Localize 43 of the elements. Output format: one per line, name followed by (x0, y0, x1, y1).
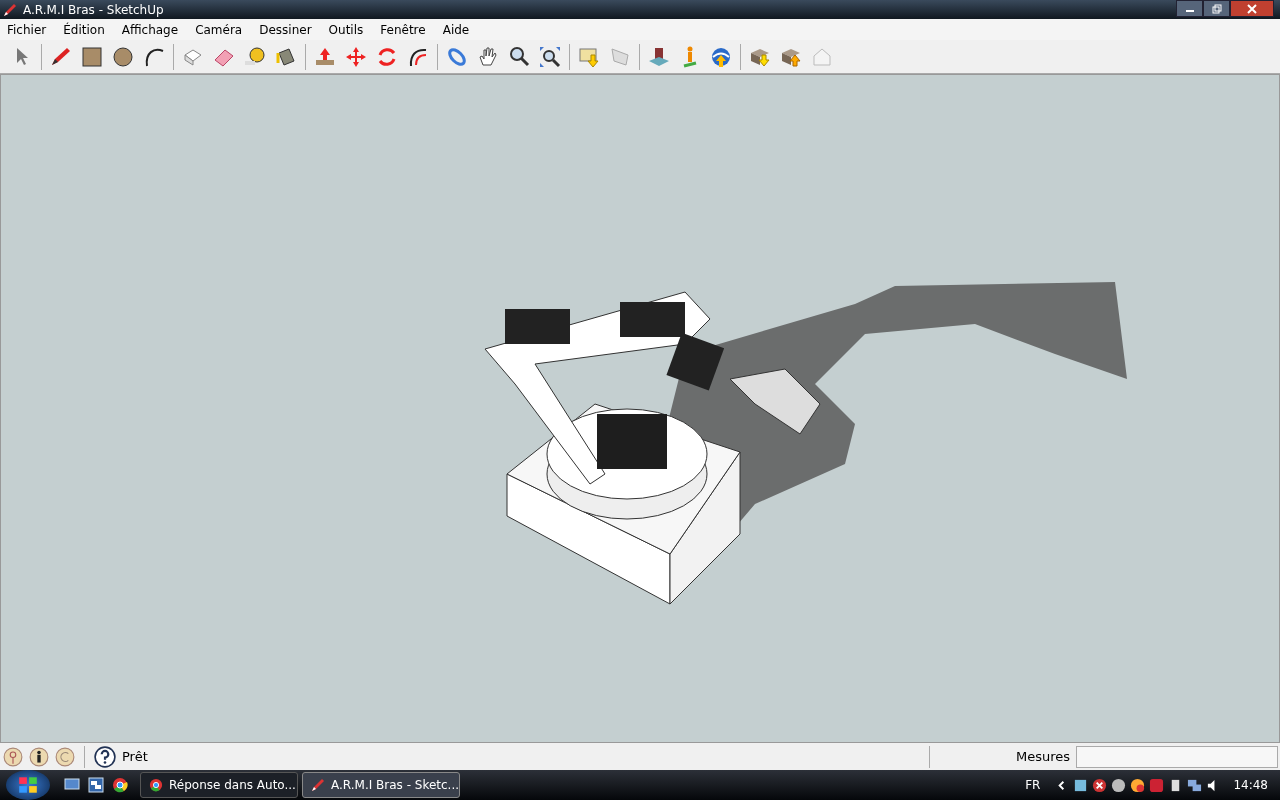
menu-item[interactable]: Aide (437, 22, 475, 37)
status-text: Prêt (122, 749, 148, 764)
window-title: A.R.M.I Bras - SketchUp (23, 2, 164, 17)
pencil-icon (3, 2, 17, 17)
rectangle-icon[interactable] (80, 44, 104, 69)
menu-item[interactable]: Caméra (190, 22, 248, 37)
close-icon (1247, 3, 1257, 14)
circle-icon[interactable] (111, 44, 135, 69)
windows-logo-icon (17, 774, 39, 796)
menu-item[interactable]: Édition (58, 22, 110, 37)
taskbar-button[interactable]: A.R.M.I Bras - Sketc... (302, 772, 460, 798)
close-button[interactable] (1230, 0, 1274, 17)
menu-item[interactable]: Outils (323, 22, 369, 37)
pin-icon[interactable] (3, 746, 23, 767)
3d-viewport[interactable] (0, 74, 1280, 743)
language-indicator[interactable]: FR (1025, 778, 1041, 792)
person-icon[interactable] (29, 746, 49, 767)
taskbar-button[interactable]: Réponse dans Auto... (140, 772, 298, 798)
tray-app-icon[interactable] (1111, 777, 1127, 793)
chrome-icon[interactable] (112, 777, 128, 793)
measurements-label: Mesures (1015, 749, 1070, 764)
restore-icon (1211, 3, 1222, 14)
menu-item[interactable]: Affichage (116, 22, 184, 37)
menu-item[interactable]: Fenêtre (375, 22, 431, 37)
tray-app-icon[interactable] (1073, 777, 1089, 793)
shield-icon[interactable] (1092, 777, 1108, 793)
help-icon[interactable] (94, 745, 116, 768)
windows-icon[interactable] (88, 777, 104, 793)
pencil-icon (311, 778, 325, 792)
menu-item[interactable]: Fichier (2, 22, 52, 37)
start-button[interactable] (6, 770, 50, 800)
zoom-extents-icon[interactable] (538, 44, 562, 69)
clock[interactable]: 14:48 (1233, 778, 1268, 792)
desktop-icon[interactable] (64, 777, 80, 793)
copyright-icon[interactable] (55, 746, 75, 767)
chrome-icon (149, 778, 163, 792)
search-icon[interactable] (507, 44, 531, 69)
minimize-icon (1185, 10, 1194, 12)
minimize-button[interactable] (1176, 0, 1203, 17)
network-icon[interactable] (1187, 777, 1203, 793)
maximize-button[interactable] (1203, 0, 1230, 17)
measurements-field[interactable] (1076, 745, 1278, 768)
menu-item[interactable]: Dessiner (254, 22, 317, 37)
